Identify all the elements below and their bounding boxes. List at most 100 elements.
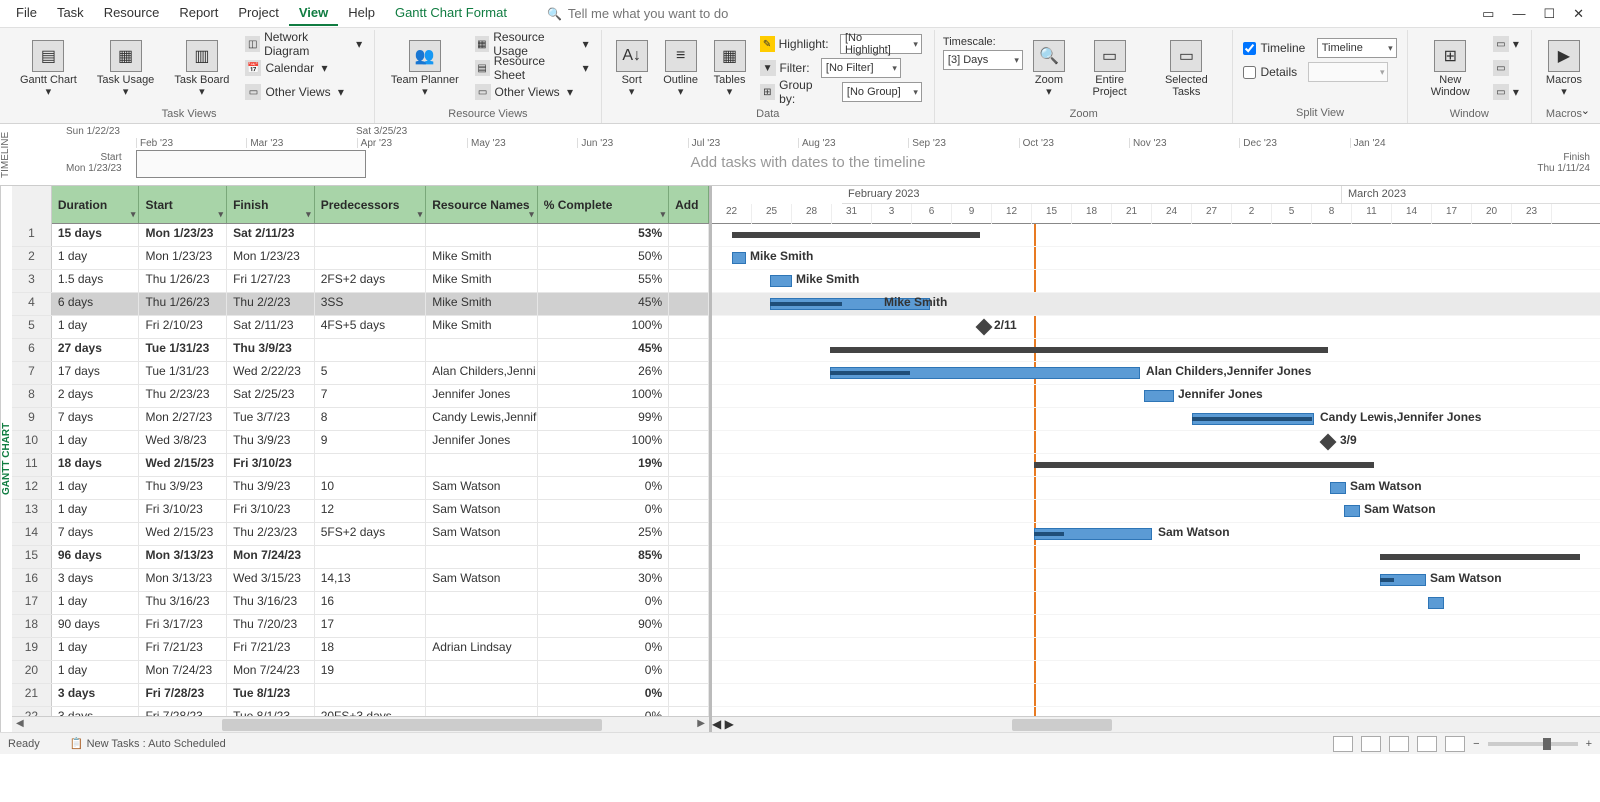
cell-finish[interactable]: Mon 1/23/23 [227, 247, 315, 269]
cell-pct-complete[interactable]: 0% [538, 477, 669, 499]
row-number[interactable]: 11 [12, 454, 52, 476]
row-number[interactable]: 3 [12, 270, 52, 292]
close-icon[interactable]: ✕ [1573, 6, 1584, 22]
cell-start[interactable]: Mon 3/13/23 [139, 546, 227, 568]
cell-start[interactable]: Thu 3/9/23 [139, 477, 227, 499]
row-number[interactable]: 5 [12, 316, 52, 338]
cell-finish[interactable]: Thu 3/9/23 [227, 431, 315, 453]
cell-predecessors[interactable]: 12 [315, 500, 427, 522]
row-number[interactable]: 15 [12, 546, 52, 568]
task-row[interactable]: 21 dayMon 1/23/23Mon 1/23/23Mike Smith50… [12, 247, 709, 270]
zoom-out-button[interactable]: − [1473, 738, 1479, 750]
cell-finish[interactable]: Wed 3/15/23 [227, 569, 315, 591]
cell-finish[interactable]: Tue 3/7/23 [227, 408, 315, 430]
tell-me-input[interactable] [568, 6, 788, 21]
menu-gantt-chart-format[interactable]: Gantt Chart Format [385, 1, 517, 26]
cell-pct-complete[interactable]: 0% [538, 500, 669, 522]
cell-start[interactable]: Fri 3/10/23 [139, 500, 227, 522]
cell-duration[interactable]: 1 day [52, 316, 140, 338]
cell-duration[interactable]: 1.5 days [52, 270, 140, 292]
cell-duration[interactable]: 27 days [52, 339, 140, 361]
row-number[interactable]: 21 [12, 684, 52, 706]
cell-predecessors[interactable]: 5 [315, 362, 427, 384]
cell-start[interactable]: Mon 1/23/23 [139, 247, 227, 269]
cell-pct-complete[interactable]: 55% [538, 270, 669, 292]
cell-start[interactable]: Fri 7/28/23 [139, 707, 227, 716]
cell-predecessors[interactable]: 3SS [315, 293, 427, 315]
cell-duration[interactable]: 1 day [52, 477, 140, 499]
gantt-hscroll-thumb[interactable] [1012, 719, 1112, 731]
cell-resource[interactable] [426, 661, 538, 683]
sort-button[interactable]: A↓Sort▾ [610, 32, 654, 106]
cell-resource[interactable]: Alan Childers,Jenni [426, 362, 538, 384]
cell-predecessors[interactable]: 16 [315, 592, 427, 614]
other-resource-views-button[interactable]: ▭Other Views ▾ [471, 80, 593, 104]
row-number[interactable]: 1 [12, 224, 52, 246]
cell-add[interactable] [669, 592, 709, 614]
row-number[interactable]: 7 [12, 362, 52, 384]
groupby-combo[interactable]: [No Group] [842, 82, 922, 102]
cell-pct-complete[interactable]: 19% [538, 454, 669, 476]
gantt-task-bar[interactable] [1144, 390, 1174, 402]
cell-duration[interactable]: 1 day [52, 247, 140, 269]
cell-start[interactable]: Tue 1/31/23 [139, 362, 227, 384]
cell-pct-complete[interactable]: 100% [538, 385, 669, 407]
task-row[interactable]: 115 daysMon 1/23/23Sat 2/11/2353% [12, 224, 709, 247]
col-pct-complete[interactable]: % Complete▾ [538, 186, 669, 223]
cell-predecessors[interactable]: 19 [315, 661, 427, 683]
cell-add[interactable] [669, 316, 709, 338]
cell-start[interactable]: Wed 2/15/23 [139, 523, 227, 545]
view-gantt-button[interactable] [1333, 736, 1353, 752]
row-number[interactable]: 19 [12, 638, 52, 660]
cell-resource[interactable]: Mike Smith [426, 270, 538, 292]
selected-tasks-button[interactable]: ▭Selected Tasks [1148, 32, 1224, 106]
cell-duration[interactable]: 1 day [52, 592, 140, 614]
row-number[interactable]: 16 [12, 569, 52, 591]
cell-resource[interactable]: Jennifer Jones [426, 385, 538, 407]
cell-start[interactable]: Wed 2/15/23 [139, 454, 227, 476]
cell-resource[interactable] [426, 615, 538, 637]
cell-duration[interactable]: 3 days [52, 707, 140, 716]
cell-predecessors[interactable]: 5FS+2 days [315, 523, 427, 545]
cell-predecessors[interactable]: 20FS+3 days [315, 707, 427, 716]
row-number[interactable]: 9 [12, 408, 52, 430]
cell-resource[interactable]: Mike Smith [426, 247, 538, 269]
row-number[interactable]: 10 [12, 431, 52, 453]
grid-hscroll-thumb[interactable] [222, 719, 602, 731]
view-team-planner-button[interactable] [1389, 736, 1409, 752]
cell-add[interactable] [669, 431, 709, 453]
tell-me-search[interactable]: 🔍 [547, 6, 788, 21]
cell-start[interactable]: Mon 3/13/23 [139, 569, 227, 591]
cell-predecessors[interactable] [315, 247, 427, 269]
cell-predecessors[interactable]: 4FS+5 days [315, 316, 427, 338]
cell-pct-complete[interactable]: 100% [538, 431, 669, 453]
gantt-hscrollbar[interactable]: ◀ ▶ [712, 716, 1600, 732]
cell-start[interactable]: Mon 7/24/23 [139, 661, 227, 683]
cell-predecessors[interactable]: 18 [315, 638, 427, 660]
task-row[interactable]: 627 daysTue 1/31/23Thu 3/9/2345% [12, 339, 709, 362]
gantt-task-bar[interactable] [1344, 505, 1360, 517]
grid-hscrollbar[interactable]: ◀ ▶ [12, 716, 709, 732]
hide-button[interactable]: ▭▾ [1489, 80, 1523, 104]
gantt-task-bar[interactable] [1428, 597, 1444, 609]
resource-usage-button[interactable]: ▦Resource Usage ▾ [471, 32, 593, 56]
timeline-view-combo[interactable]: Timeline [1317, 38, 1397, 58]
cell-resource[interactable] [426, 684, 538, 706]
cell-finish[interactable]: Fri 7/21/23 [227, 638, 315, 660]
cell-predecessors[interactable] [315, 684, 427, 706]
row-number[interactable]: 22 [12, 707, 52, 716]
team-planner-button[interactable]: 👥 Team Planner ▾ [383, 32, 466, 106]
cell-duration[interactable]: 3 days [52, 684, 140, 706]
cell-duration[interactable]: 7 days [52, 408, 140, 430]
col-predecessors[interactable]: Predecessors▾ [315, 186, 427, 223]
cell-duration[interactable]: 1 day [52, 500, 140, 522]
cell-duration[interactable]: 2 days [52, 385, 140, 407]
cell-pct-complete[interactable]: 45% [538, 293, 669, 315]
switch-windows-button[interactable]: ▭▾ [1489, 32, 1523, 56]
task-row[interactable]: 46 daysThu 1/26/23Thu 2/2/233SSMike Smit… [12, 293, 709, 316]
cell-add[interactable] [669, 523, 709, 545]
cell-add[interactable] [669, 638, 709, 660]
cell-pct-complete[interactable]: 0% [538, 707, 669, 716]
collapse-ribbon-icon[interactable]: ⌄ [1581, 104, 1590, 117]
cell-finish[interactable]: Thu 3/9/23 [227, 339, 315, 361]
